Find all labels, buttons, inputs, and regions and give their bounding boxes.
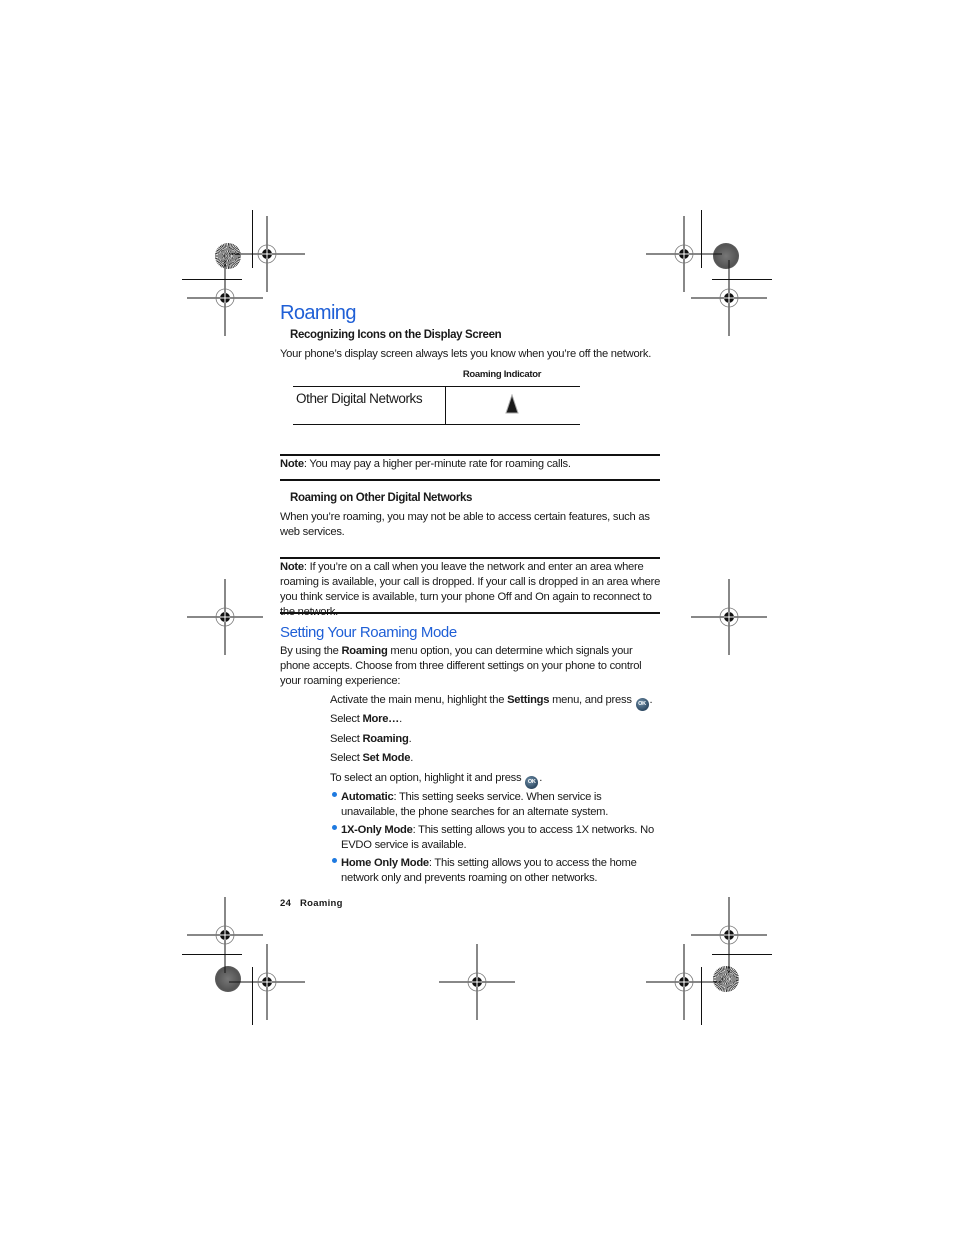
section-heading-other-networks: Roaming on Other Digital Networks (290, 492, 473, 504)
crosshair-mark-icon (438, 943, 516, 1021)
step-bold: More… (362, 713, 400, 725)
crosshair-mark-icon (186, 896, 264, 974)
page-title: Roaming (280, 302, 356, 324)
option-item-1x-only: 1X-Only Mode: This setting allows you to… (332, 823, 661, 853)
section-text: When you’re roaming, you may not be able… (280, 511, 650, 538)
table-top-rule (293, 386, 580, 387)
step-text: . (399, 713, 402, 725)
note-label: Note (280, 458, 304, 470)
step-text: Select (330, 733, 363, 745)
page-number: 24 (280, 898, 292, 909)
note-roaming-rate: Note: You may pay a higher per-minute ra… (280, 457, 660, 472)
step-item: Select More…. (330, 712, 402, 727)
note-dropped-call: Note: If you’re on a call when you leave… (280, 560, 662, 620)
step-text: . (539, 772, 543, 784)
note-label: Note (280, 561, 304, 573)
step-text: . (649, 694, 653, 706)
table-bottom-rule (293, 424, 580, 425)
step-text: Select (330, 713, 363, 725)
crosshair-mark-icon (186, 259, 264, 337)
crosshair-mark-icon (186, 578, 264, 656)
option-name: Home Only Mode (341, 857, 429, 869)
note-bottom-rule (280, 612, 660, 614)
section-intro: Your phone’s display screen always lets … (280, 348, 652, 360)
option-name: Automatic (341, 791, 394, 803)
step-text: menu, and press (549, 694, 635, 706)
step-item: Select Roaming. (330, 732, 412, 747)
table-row-label: Other Digital Networks (296, 391, 423, 406)
crosshair-mark-icon (690, 259, 768, 337)
roaming-triangle-icon (505, 394, 519, 414)
step-bold: Settings (507, 694, 550, 706)
note-bottom-rule (280, 479, 660, 481)
intro-bold: Roaming (341, 645, 388, 657)
step-text: . (410, 752, 414, 764)
step-text: To select an option, highlight it and pr… (330, 772, 525, 784)
note-top-rule (280, 557, 660, 559)
ok-button-icon: OK (525, 776, 539, 789)
bullet-icon (332, 792, 337, 797)
intro-text: By using the (280, 645, 342, 657)
step-item: Select Set Mode. (330, 751, 413, 766)
step-text: Select (330, 752, 363, 764)
step-text: Activate the main menu, highlight the (330, 694, 508, 706)
bullet-icon (332, 825, 337, 830)
crosshair-mark-icon (228, 943, 306, 1021)
step-item: To select an option, highlight it and pr… (330, 771, 542, 789)
crosshair-mark-icon (228, 215, 306, 293)
step-item: Activate the main menu, highlight the Se… (330, 693, 653, 711)
bullet-icon (332, 858, 337, 863)
section-heading-recognizing-icons: Recognizing Icons on the Display Screen (290, 329, 502, 341)
step-text: . (408, 733, 412, 745)
ok-button-icon: OK (635, 698, 649, 711)
option-item-home-only: Home Only Mode: This setting allows you … (332, 856, 661, 886)
table-column-header: Roaming Indicator (462, 369, 542, 380)
section-heading-roaming-mode: Setting Your Roaming Mode (280, 624, 457, 641)
step-bold: Roaming (362, 733, 409, 745)
crosshair-mark-icon (645, 943, 723, 1021)
crosshair-mark-icon (645, 215, 723, 293)
note-text: : You may pay a higher per-minute rate f… (303, 458, 571, 470)
option-item-automatic: Automatic: This setting seeks service. W… (332, 790, 661, 820)
step-bold: Set Mode (362, 752, 411, 764)
crosshair-mark-icon (690, 578, 768, 656)
note-top-rule (280, 454, 660, 456)
note-text: : If you’re on a call when you leave the… (280, 561, 661, 618)
section-intro: By using the Roaming menu option, you ca… (280, 644, 662, 689)
page-footer: 24 Roaming (280, 898, 343, 909)
option-name: 1X-Only Mode (341, 824, 413, 836)
footer-section-title: Roaming (300, 898, 343, 909)
table-column-divider (445, 386, 446, 424)
crosshair-mark-icon (690, 896, 768, 974)
